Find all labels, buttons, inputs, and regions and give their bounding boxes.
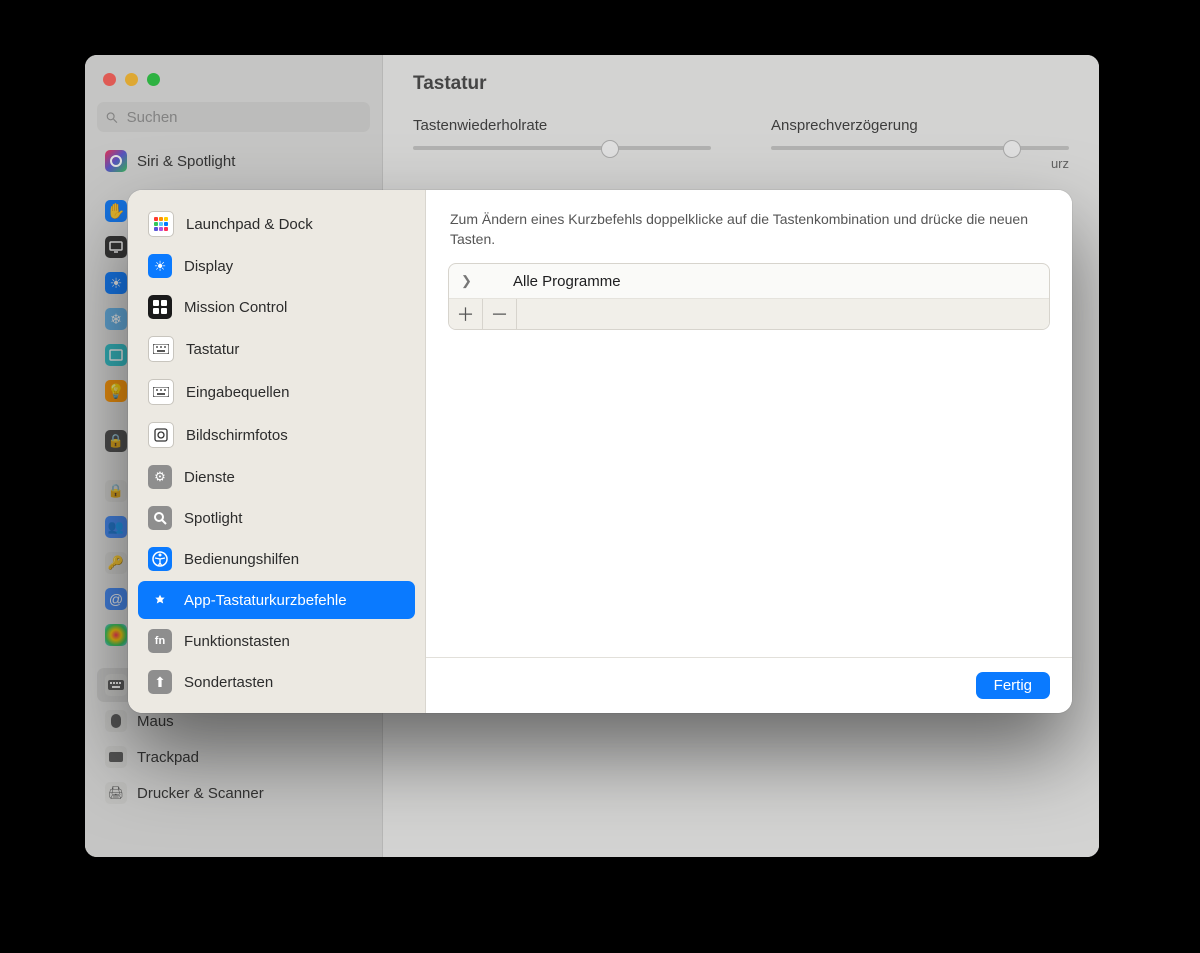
category-label: Spotlight [184, 510, 242, 527]
gamecenter-icon [105, 624, 127, 646]
keyboard-icon [105, 674, 127, 696]
search-icon [105, 110, 119, 125]
trackpad-icon [105, 746, 127, 768]
sidebar-item-label: Siri & Spotlight [137, 153, 235, 170]
siri-icon [105, 150, 127, 172]
category-item[interactable]: Spotlight [138, 499, 415, 537]
category-item[interactable]: Launchpad & Dock [138, 204, 415, 244]
search-input[interactable] [125, 108, 362, 127]
category-label: Display [184, 258, 233, 275]
table-row[interactable]: ❯ Alle Programme [449, 264, 1049, 299]
hand-icon: ✋ [105, 200, 127, 222]
category-item[interactable]: ⚙ Dienste [138, 458, 415, 496]
chevron-right-icon: ❯ [461, 273, 479, 289]
bulb-icon: 💡 [105, 380, 127, 402]
category-item[interactable]: App-Tastaturkurzbefehle [138, 581, 415, 619]
upkey-icon: ⬆ [148, 670, 172, 694]
category-label: Mission Control [184, 299, 287, 316]
sidebar-item[interactable]: 🖨 Drucker & Scanner [97, 776, 370, 810]
fn-icon: fn [148, 629, 172, 653]
slider-label-delay: Ansprechverzögerung [771, 117, 1069, 134]
brightness-icon: ☀ [105, 272, 127, 294]
row-group-label: Alle Programme [513, 273, 621, 290]
delay-slider[interactable] [771, 146, 1069, 150]
category-item[interactable]: Bedienungshilfen [138, 540, 415, 578]
search-field[interactable] [97, 102, 370, 132]
display-icon [105, 236, 127, 258]
display-cat-icon: ☀ [148, 254, 172, 278]
sidebar-item-label: Trackpad [137, 749, 199, 766]
remove-button[interactable]: － [483, 299, 517, 329]
short-label: urz [413, 156, 1069, 171]
category-label: Funktionstasten [184, 633, 290, 650]
sidebar-item-label: Maus [137, 713, 174, 730]
at-icon: @ [105, 588, 127, 610]
category-item[interactable]: Mission Control [138, 288, 415, 326]
printer-icon: 🖨 [105, 782, 127, 804]
key-icon: 🔑 [105, 552, 127, 574]
sheet-footer: Fertig [426, 657, 1072, 713]
shortcuts-table: ❯ Alle Programme ＋ － [448, 263, 1050, 330]
category-label: App-Tastaturkurzbefehle [184, 592, 347, 609]
window-controls [97, 65, 370, 102]
sheet-main: Zum Ändern eines Kurzbefehls doppelklick… [426, 190, 1072, 713]
mouse-icon [105, 710, 127, 732]
flower-icon: ❄ [105, 308, 127, 330]
camera-icon [148, 422, 174, 448]
page-title: Tastatur [413, 73, 1069, 95]
category-label: Eingabequellen [186, 384, 289, 401]
gears-icon: ⚙ [148, 465, 172, 489]
sidebar-item-label: Drucker & Scanner [137, 785, 264, 802]
screenshot-icon [105, 344, 127, 366]
category-label: Launchpad & Dock [186, 216, 313, 233]
category-item[interactable]: ☀ Display [138, 247, 415, 285]
mission-icon [148, 295, 172, 319]
kbd-cat-icon [148, 336, 174, 362]
zoom-button[interactable] [147, 73, 160, 86]
app-icon [148, 588, 172, 612]
slider-label-repeat: Tastenwiederholrate [413, 117, 711, 134]
category-item[interactable]: ⬆ Sondertasten [138, 663, 415, 701]
shortcuts-sheet: Launchpad & Dock ☀ Display Mission Control T… [128, 190, 1072, 713]
sheet-description: Zum Ändern eines Kurzbefehls doppelklick… [426, 190, 1072, 263]
add-button[interactable]: ＋ [449, 299, 483, 329]
lock-icon: 🔒 [105, 430, 127, 452]
table-toolbar: ＋ － [449, 299, 1049, 329]
lock2-icon: 🔒 [105, 480, 127, 502]
users-icon: 👥 [105, 516, 127, 538]
category-item[interactable]: Eingabequellen [138, 372, 415, 412]
kbd-cat-icon [148, 379, 174, 405]
launchpad-icon [148, 211, 174, 237]
sidebar-item[interactable]: Trackpad [97, 740, 370, 774]
category-item[interactable]: Bildschirmfotos [138, 415, 415, 455]
category-label: Bildschirmfotos [186, 427, 288, 444]
minimize-button[interactable] [125, 73, 138, 86]
done-button[interactable]: Fertig [976, 672, 1050, 699]
accessibility-icon [148, 547, 172, 571]
category-label: Sondertasten [184, 674, 273, 691]
category-item[interactable]: Tastatur [138, 329, 415, 369]
category-sidebar: Launchpad & Dock ☀ Display Mission Control T… [128, 190, 426, 713]
slider-section: Tastenwiederholrate Ansprechverzögerung [413, 117, 1069, 150]
category-item[interactable]: fn Funktionstasten [138, 622, 415, 660]
key-repeat-slider[interactable] [413, 146, 711, 150]
close-button[interactable] [103, 73, 116, 86]
magnify-icon [148, 506, 172, 530]
category-label: Tastatur [186, 341, 239, 358]
sidebar-item[interactable]: Siri & Spotlight [97, 144, 370, 178]
category-label: Dienste [184, 469, 235, 486]
category-label: Bedienungshilfen [184, 551, 299, 568]
